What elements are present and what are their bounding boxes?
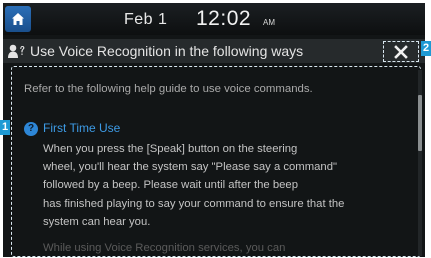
paragraph-line: wheel, you'll hear the system say "Pleas… xyxy=(43,161,337,174)
voice-help-icon xyxy=(8,44,25,58)
paragraph-line: followed by a beep. Please wait until af… xyxy=(43,179,298,192)
voice-recognition-help-screen: Feb 1 12:02 AM Use Voice Recognition in … xyxy=(3,3,425,257)
faded-paragraph-line: While using Voice Recognition services, … xyxy=(43,242,286,254)
scrollbar-thumb[interactable] xyxy=(418,95,422,151)
home-icon xyxy=(12,13,24,25)
callout-badge-1: 1 xyxy=(0,120,10,135)
paragraph-line: has finished playing to say your command… xyxy=(43,197,345,210)
screen-title: Use Voice Recognition in the following w… xyxy=(30,43,304,59)
close-icon xyxy=(394,44,408,59)
date-display: Feb 1 xyxy=(124,11,168,28)
paragraph-line: system can hear you. xyxy=(43,215,151,228)
title-bar: Use Voice Recognition in the following w… xyxy=(3,39,425,63)
help-content-panel[interactable]: Refer to the following help guide to use… xyxy=(11,66,421,257)
callout-badge-2: 2 xyxy=(421,41,431,56)
status-bar: Feb 1 12:02 AM xyxy=(3,3,425,35)
paragraph-line: When you press the [Speak] button on the… xyxy=(43,143,298,155)
clock-time: 12:02 xyxy=(196,7,252,30)
section-paragraph: When you press the [Speak] button on the… xyxy=(43,140,403,231)
home-button[interactable] xyxy=(5,6,31,32)
close-button[interactable] xyxy=(383,41,419,62)
help-intro-text: Refer to the following help guide to use… xyxy=(24,83,313,95)
section-title: First Time Use xyxy=(43,121,121,135)
question-icon: ? xyxy=(24,122,38,136)
clock-ampm: AM xyxy=(263,18,275,27)
